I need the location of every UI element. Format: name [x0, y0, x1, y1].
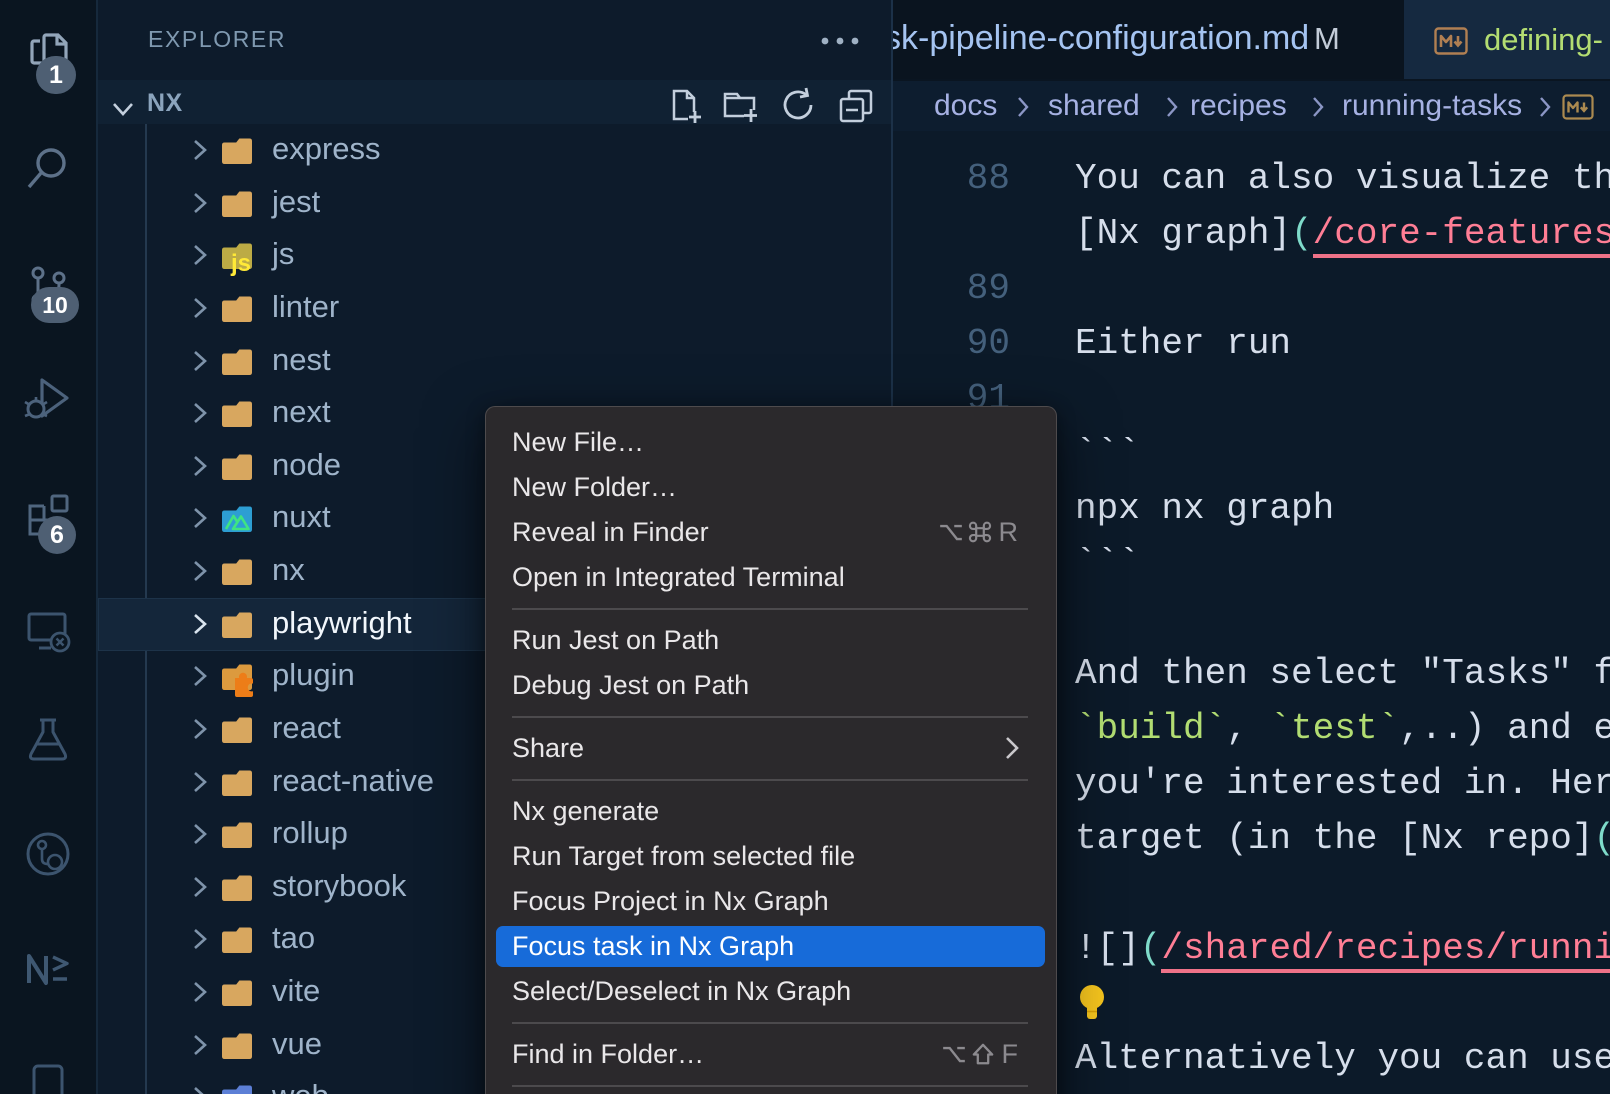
svg-text:js: js — [230, 250, 251, 277]
